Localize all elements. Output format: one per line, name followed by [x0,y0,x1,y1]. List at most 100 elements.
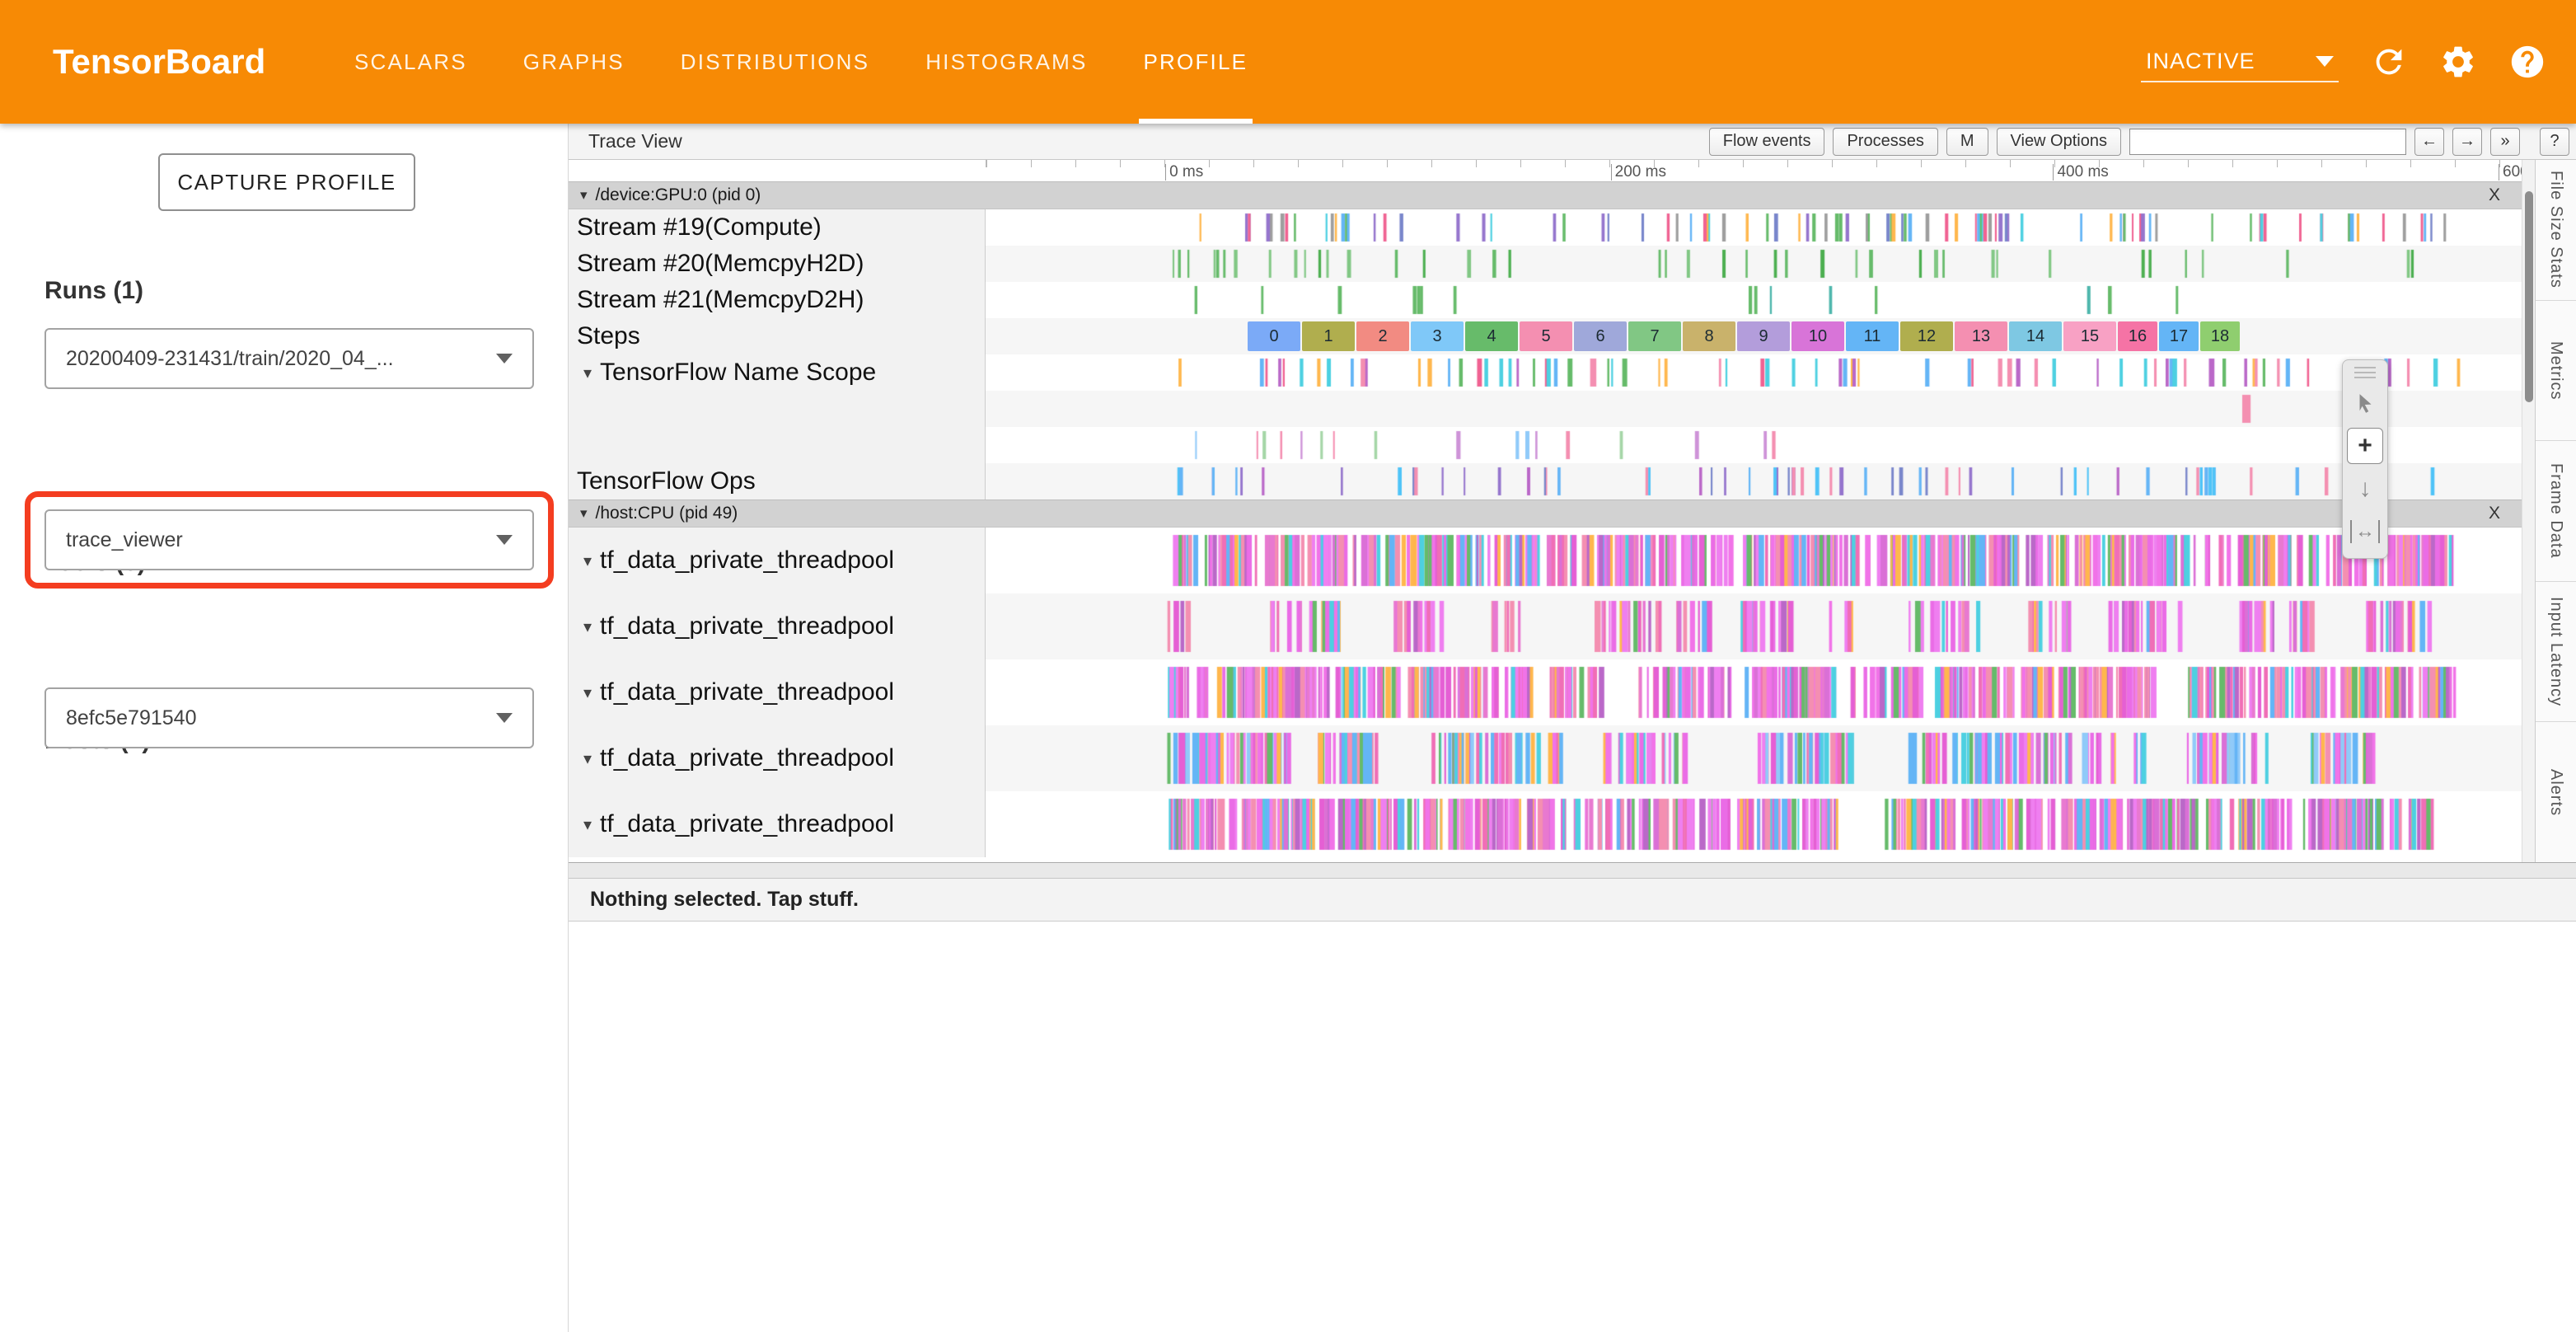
step-block-8[interactable]: 8 [1683,321,1735,351]
step-block-4[interactable]: 4 [1465,321,1518,351]
row-track-tf-name-scope[interactable] [986,354,2522,391]
trace-help-button[interactable]: ? [2540,128,2569,156]
cpu-section-header[interactable]: ▾ /host:CPU (pid 49) X [569,500,2522,528]
row-track-threadpool-3[interactable] [986,659,2522,725]
detail-panel-empty [569,922,2576,1332]
tab-distributions[interactable]: DISTRIBUTIONS [676,0,874,124]
side-tab-input-latency[interactable]: Input Latency [2536,582,2576,723]
trace-marks-canvas [986,282,2522,318]
close-cpu-section-button[interactable]: X [2489,504,2500,523]
row-expander-tf-name-scope[interactable]: ▾TensorFlow Name Scope [569,354,986,391]
side-tab-frame-data[interactable]: Frame Data [2536,441,2576,582]
step-block-2[interactable]: 2 [1356,321,1409,351]
row-expander-threadpool-5[interactable]: ▾tf_data_private_threadpool [569,791,986,857]
analysis-tabs-strip: File Size Stats Metrics Frame Data Input… [2535,160,2576,862]
trace-marks-canvas [986,725,2522,791]
row-track-stream-19[interactable] [986,209,2522,246]
tools-select[interactable]: trace_viewer [44,509,534,570]
down-arrow-icon: ↓ [2359,475,2372,503]
timing-tool-button[interactable]: ↔ [2347,514,2383,550]
select-tool-button[interactable] [2347,385,2383,421]
hosts-select-value: 8efc5e791540 [66,706,196,730]
row-track-stream-21[interactable] [986,282,2522,318]
collapse-arrow-icon: ▾ [577,551,592,571]
view-options-button[interactable]: View Options [1997,128,2121,156]
side-tab-alerts[interactable]: Alerts [2536,722,2576,862]
row-track-steps[interactable]: 0123456789101112131415161718 [986,318,2522,354]
flow-events-button[interactable]: Flow events [1709,128,1825,156]
step-block-16[interactable]: 16 [2118,321,2157,351]
row-expander-threadpool-1[interactable]: ▾tf_data_private_threadpool [569,528,986,593]
tab-profile[interactable]: PROFILE [1139,0,1253,124]
step-block-18[interactable]: 18 [2200,321,2240,351]
step-block-1[interactable]: 1 [1302,321,1355,351]
row-track-tensorflow-ops[interactable] [986,463,2522,500]
step-block-5[interactable]: 5 [1520,321,1572,351]
step-block-12[interactable]: 12 [1900,321,1953,351]
row-label-text: Stream #19(Compute) [577,213,822,242]
runs-select[interactable]: 20200409-231431/train/2020_04_... [44,328,534,389]
step-block-13[interactable]: 13 [1955,321,2007,351]
trace-row-name-scope-sub-2 [569,427,2522,463]
step-block-17[interactable]: 17 [2159,321,2199,351]
palette-drag-handle[interactable] [2354,367,2376,378]
nav-right-button[interactable]: → [2452,128,2482,156]
row-expander-threadpool-4[interactable]: ▾tf_data_private_threadpool [569,725,986,791]
row-track-name-scope-sub-2[interactable] [986,427,2522,463]
row-track-threadpool-4[interactable] [986,725,2522,791]
capture-profile-button[interactable]: CAPTURE PROFILE [158,153,415,211]
settings-gear-icon[interactable] [2439,43,2477,81]
close-gpu-section-button[interactable]: X [2489,185,2500,205]
scrollbar-thumb[interactable] [2525,191,2533,402]
gpu-section-header[interactable]: ▾ /device:GPU:0 (pid 0) X [569,181,2522,209]
tab-scalars[interactable]: SCALARS [349,0,472,124]
step-block-9[interactable]: 9 [1737,321,1790,351]
nav-fast-forward-button[interactable]: » [2490,128,2520,156]
row-track-threadpool-2[interactable] [986,593,2522,659]
row-track-name-scope-sub-1[interactable] [986,391,2522,427]
trace-search-input[interactable] [2129,129,2406,155]
plus-icon: + [2358,432,2372,460]
panel-splitter[interactable] [569,862,2576,879]
step-block-10[interactable]: 10 [1791,321,1844,351]
tab-histograms[interactable]: HISTOGRAMS [920,0,1092,124]
nav-left-button[interactable]: ← [2414,128,2444,156]
row-track-stream-20[interactable] [986,246,2522,282]
status-dropdown[interactable]: INACTIVE [2141,42,2339,82]
vertical-scrollbar[interactable] [2522,160,2535,862]
trace-marks-canvas [986,659,2522,725]
help-icon[interactable] [2508,43,2546,81]
hosts-select[interactable]: 8efc5e791540 [44,687,534,748]
trace-row-threadpool-1: ▾tf_data_private_threadpool [569,528,2522,593]
trace-view-title: Trace View [588,130,682,152]
step-block-7[interactable]: 7 [1628,321,1681,351]
trace-toolbar: Trace View Flow events Processes M View … [569,124,2576,160]
m-button[interactable]: M [1946,128,1988,156]
trace-marks-canvas [986,209,2522,246]
row-label-name-scope-sub-2 [569,427,986,463]
pan-tool-button[interactable]: ↓ [2347,471,2383,507]
step-block-11[interactable]: 11 [1846,321,1899,351]
step-block-0[interactable]: 0 [1248,321,1300,351]
row-label-name-scope-sub-1 [569,391,986,427]
zoom-tool-button[interactable]: + [2347,428,2383,464]
row-expander-threadpool-2[interactable]: ▾tf_data_private_threadpool [569,593,986,659]
step-block-15[interactable]: 15 [2063,321,2116,351]
row-expander-threadpool-3[interactable]: ▾tf_data_private_threadpool [569,659,986,725]
row-label-text: Steps [577,322,640,350]
row-track-threadpool-1[interactable] [986,528,2522,593]
step-block-3[interactable]: 3 [1411,321,1464,351]
tab-graphs[interactable]: GRAPHS [518,0,630,124]
trace-row-stream-19: Stream #19(Compute) [569,209,2522,246]
row-label-text: tf_data_private_threadpool [600,612,894,640]
chevron-down-icon [2316,56,2334,67]
processes-button[interactable]: Processes [1833,128,1937,156]
step-block-14[interactable]: 14 [2009,321,2062,351]
row-track-threadpool-5[interactable] [986,791,2522,857]
runs-select-value: 20200409-231431/train/2020_04_... [66,347,394,371]
trace-row-stream-20: Stream #20(MemcpyH2D) [569,246,2522,282]
refresh-icon[interactable] [2370,43,2408,81]
side-tab-file-size-stats[interactable]: File Size Stats [2536,160,2576,301]
step-block-6[interactable]: 6 [1574,321,1627,351]
side-tab-metrics[interactable]: Metrics [2536,301,2576,442]
